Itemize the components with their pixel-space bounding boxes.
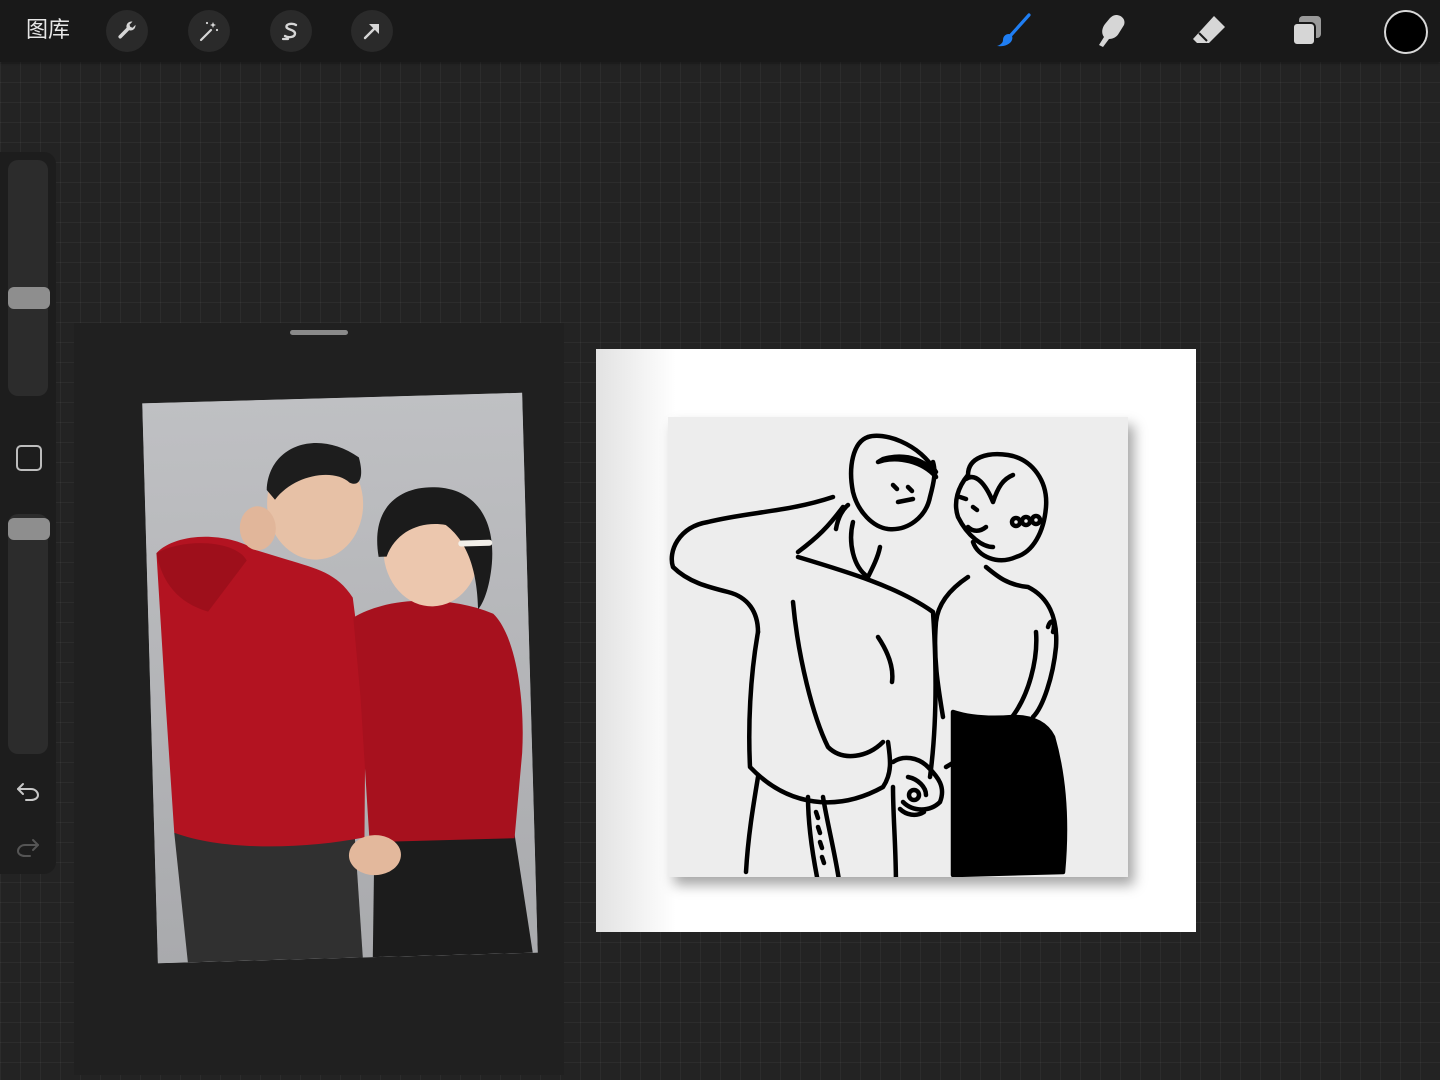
left-sidebar	[0, 152, 56, 874]
eraser-icon	[1193, 16, 1225, 43]
selection-button[interactable]	[270, 10, 312, 52]
smudge-tool-button[interactable]	[1088, 8, 1134, 54]
brush-tool-button[interactable]	[990, 8, 1036, 54]
transform-button[interactable]	[351, 10, 393, 52]
brush-icon	[997, 13, 1031, 47]
actions-wrench-button[interactable]	[106, 10, 148, 52]
redo-icon[interactable]	[14, 832, 42, 860]
reference-drag-handle[interactable]	[290, 330, 348, 335]
artwork-card	[668, 417, 1128, 890]
magic-wand-icon	[199, 21, 219, 42]
reference-photo	[142, 392, 538, 964]
opacity-slider[interactable]	[8, 514, 48, 754]
brush-size-handle[interactable]	[8, 287, 50, 309]
color-picker-button[interactable]	[1384, 10, 1428, 54]
smudge-icon	[1099, 15, 1125, 47]
modify-button[interactable]	[16, 445, 42, 471]
arrow-cursor-icon	[363, 24, 379, 40]
canvas-shading	[596, 349, 676, 932]
adjustments-wand-button[interactable]	[188, 10, 230, 52]
opacity-handle[interactable]	[8, 518, 50, 540]
top-toolbar: 图库	[0, 0, 1440, 62]
layers-icon	[1292, 16, 1321, 46]
gallery-button[interactable]: 图库	[26, 14, 70, 48]
selection-s-icon	[281, 22, 298, 41]
couple-photo-image	[142, 392, 538, 964]
artwork-canvas[interactable]	[596, 349, 1196, 932]
brush-size-slider[interactable]	[8, 160, 48, 396]
layers-button[interactable]	[1284, 8, 1330, 54]
undo-icon[interactable]	[14, 776, 42, 804]
line-art-illustration	[669, 433, 1068, 890]
eraser-tool-button[interactable]	[1186, 8, 1232, 54]
wrench-icon	[118, 21, 136, 39]
